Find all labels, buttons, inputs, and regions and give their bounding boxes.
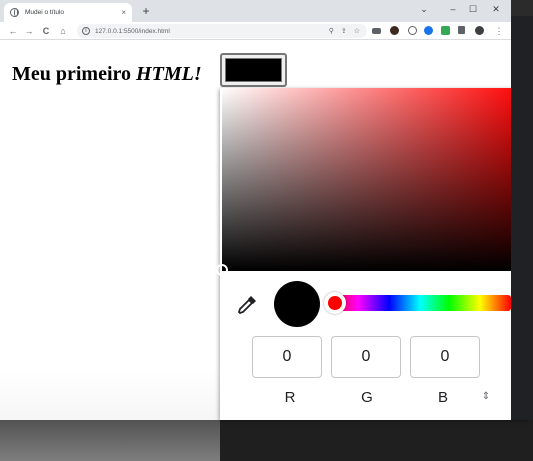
home-button[interactable]: ⌂ [56,24,70,38]
back-button[interactable]: ← [6,24,20,38]
page-content: Meu primeiro HTML! 0 0 0 R G B ⇕ [0,41,531,461]
page-title: Meu primeiro HTML! [12,63,202,86]
url-text[interactable]: 127.0.0.1:5500/index.html [95,28,329,35]
saturation-value-area[interactable] [216,88,529,276]
close-window-button[interactable]: ✕ [489,2,503,16]
new-tab-button[interactable]: + [139,4,153,18]
address-bar[interactable]: i 127.0.0.1:5500/index.html ⚲ ⇪ ☆ [77,24,367,38]
blue-value-input[interactable]: 0 [410,336,480,378]
site-info-icon[interactable]: i [82,27,90,35]
extension-icon[interactable] [441,26,450,35]
browser-tab[interactable]: Mudei o título × [4,3,132,22]
red-label: R [284,389,296,406]
color-picker-popup: 0 0 0 R G B ⇕ [216,88,531,420]
tab-search-button[interactable]: ⌄ [417,2,431,16]
avatar[interactable] [475,26,484,35]
blue-label: B [437,389,448,406]
saturation-handle[interactable] [216,264,228,276]
background-window [511,0,533,420]
browser-window: Mudei o título × + ⌄ – ☐ ✕ ← → C ⌂ i 127… [0,0,531,461]
extension-icon[interactable] [424,26,433,35]
extension-icon[interactable] [390,26,399,35]
green-value-input[interactable]: 0 [331,336,401,378]
heading-emphasis: HTML! [136,63,202,85]
green-label: G [361,389,373,406]
hue-slider[interactable] [329,295,511,311]
red-value-input[interactable]: 0 [252,336,322,378]
tab-title: Mudei o título [25,9,65,16]
maximize-button[interactable]: ☐ [466,2,480,16]
color-input[interactable] [220,53,287,87]
tab-close-icon[interactable]: × [121,8,126,17]
background-titlebar [511,0,533,16]
color-swatch [225,58,282,82]
hue-handle[interactable] [324,292,346,314]
extension-icon[interactable] [372,28,381,34]
tab-strip: Mudei o título × + ⌄ – ☐ ✕ [0,0,511,22]
globe-icon [10,8,19,17]
browser-toolbar: ← → C ⌂ i 127.0.0.1:5500/index.html ⚲ ⇪ … [0,22,511,40]
minimize-button[interactable]: – [446,2,460,16]
menu-icon[interactable]: ⋮ [492,24,506,38]
extension-icon[interactable] [408,26,417,35]
eyedropper-icon[interactable] [234,292,260,318]
zoom-icon[interactable]: ⚲ [329,27,334,35]
puzzle-icon[interactable] [458,26,465,34]
color-preview [274,281,320,327]
reload-button[interactable]: C [39,24,53,38]
shadow-fade [0,371,220,461]
share-icon[interactable]: ⇪ [341,27,347,35]
heading-text: Meu primeiro [12,63,137,85]
forward-button[interactable]: → [22,24,36,38]
star-icon[interactable]: ☆ [354,27,360,35]
format-toggle-button[interactable]: ⇕ [479,388,493,406]
